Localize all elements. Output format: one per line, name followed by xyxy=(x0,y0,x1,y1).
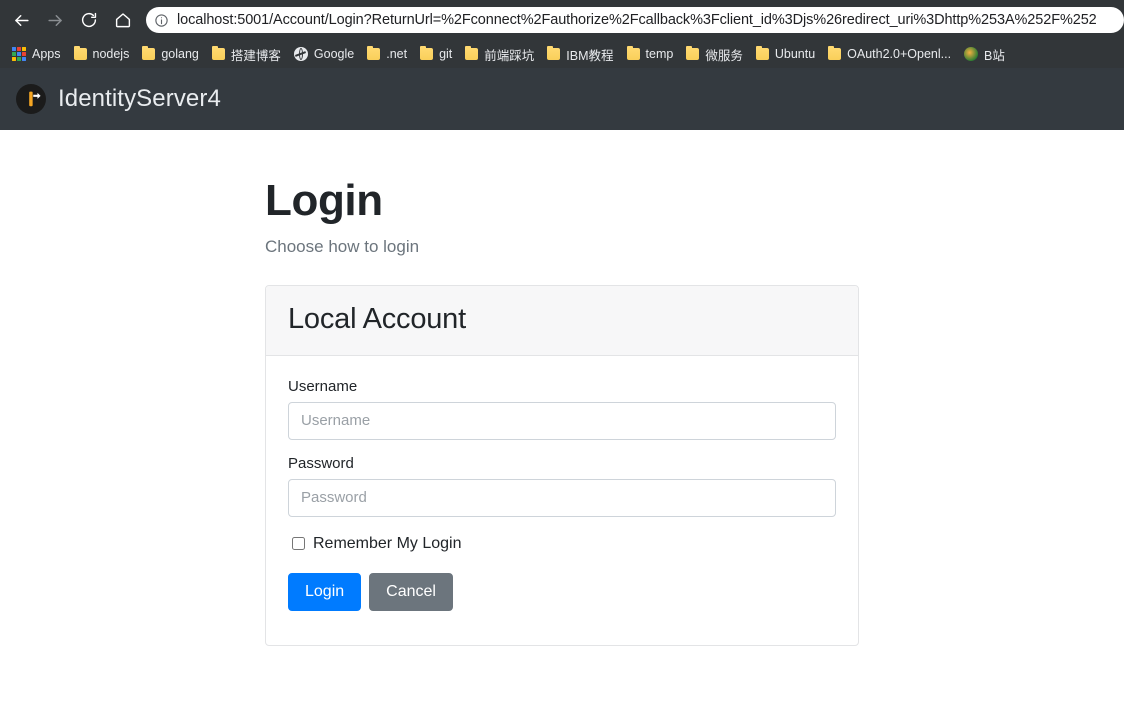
reload-icon[interactable] xyxy=(74,5,104,35)
folder-icon xyxy=(828,46,842,60)
folder-icon xyxy=(142,46,156,60)
bookmark-ibm[interactable]: IBM教程 xyxy=(543,43,620,65)
bookmark-label: Ubuntu xyxy=(774,47,816,61)
bookmark-label: .net xyxy=(386,47,408,61)
bookmark-apps[interactable]: Apps xyxy=(8,43,68,65)
bookmark-label: temp xyxy=(645,47,674,61)
folder-icon xyxy=(686,46,700,60)
brand-name: IdentityServer4 xyxy=(58,85,221,112)
password-group: Password xyxy=(288,455,836,517)
bookmark-git[interactable]: git xyxy=(416,43,459,65)
bookmark-label: B站 xyxy=(984,48,1005,63)
bookmark-nodejs[interactable]: nodejs xyxy=(70,43,137,65)
folder-icon xyxy=(420,46,434,60)
bookmark-label: IBM教程 xyxy=(566,48,614,63)
folder-icon xyxy=(211,46,225,60)
page-subtitle: Choose how to login xyxy=(265,236,420,256)
page-title: Login xyxy=(265,176,383,225)
bookmark-blog[interactable]: 搭建博客 xyxy=(208,43,288,65)
page-content: IdentityServer4 Login Choose how to logi… xyxy=(0,68,1124,724)
bookmark-frontend[interactable]: 前端踩坑 xyxy=(461,43,541,65)
cancel-button[interactable]: Cancel xyxy=(369,572,453,611)
bookmark-label: 前端踩坑 xyxy=(484,48,535,63)
apps-grid-icon xyxy=(12,47,26,61)
page-container: Login Choose how to login Local Account … xyxy=(0,130,1124,646)
folder-icon xyxy=(547,46,561,60)
bookmark-ubuntu[interactable]: Ubuntu xyxy=(752,43,822,65)
forward-arrow-icon[interactable] xyxy=(40,5,70,35)
bookmarks-bar: Apps nodejs golang 搭建博客 Google .net git xyxy=(0,40,1124,68)
remember-me-row: Remember My Login xyxy=(288,535,836,553)
bookmark-oauth[interactable]: OAuth2.0+Openl... xyxy=(824,43,958,65)
browser-toolbar: localhost:5001/Account/Login?ReturnUrl=%… xyxy=(0,0,1124,40)
bookmark-dotnet[interactable]: .net xyxy=(363,43,414,65)
username-group: Username xyxy=(288,378,836,440)
login-button[interactable]: Login xyxy=(288,572,362,611)
back-arrow-icon[interactable] xyxy=(6,5,36,35)
username-label: Username xyxy=(288,377,358,395)
info-circle-icon[interactable] xyxy=(154,13,169,28)
remember-me-label: Remember My Login xyxy=(313,534,462,552)
bookmark-label: Google xyxy=(313,47,355,61)
bookmark-label: 微服务 xyxy=(705,48,743,63)
password-input[interactable] xyxy=(288,478,836,517)
bookmark-label: nodejs xyxy=(92,47,130,61)
bookmark-golang[interactable]: golang xyxy=(138,43,206,65)
folder-icon xyxy=(367,46,381,60)
brand-link[interactable]: IdentityServer4 xyxy=(16,84,221,114)
form-actions: Login Cancel xyxy=(288,572,836,611)
login-header: Login Choose how to login xyxy=(265,130,859,257)
bookmark-google[interactable]: Google xyxy=(290,43,361,65)
bilibili-icon xyxy=(964,47,979,61)
folder-icon xyxy=(626,46,640,60)
login-wrapper: Login Choose how to login Local Account … xyxy=(265,130,859,646)
folder-icon xyxy=(755,46,769,60)
username-input[interactable] xyxy=(288,401,836,440)
bookmark-temp[interactable]: temp xyxy=(623,43,681,65)
folder-icon xyxy=(465,46,479,60)
bookmark-microservice[interactable]: 微服务 xyxy=(682,43,750,65)
identityserver-logo-icon xyxy=(16,84,46,114)
address-bar-url: localhost:5001/Account/Login?ReturnUrl=%… xyxy=(177,12,1097,28)
card-header: Local Account xyxy=(266,285,858,356)
login-form: Username Password Remember My Login xyxy=(288,378,836,611)
home-icon[interactable] xyxy=(108,5,138,35)
globe-icon xyxy=(293,47,308,61)
card-title: Local Account xyxy=(288,302,466,335)
local-account-card: Local Account Username Password xyxy=(265,284,859,646)
bookmark-label: golang xyxy=(161,47,199,61)
bookmark-label: OAuth2.0+Openl... xyxy=(847,47,952,61)
bookmark-label: Apps xyxy=(32,47,61,61)
address-bar[interactable]: localhost:5001/Account/Login?ReturnUrl=%… xyxy=(146,7,1124,33)
browser-chrome: localhost:5001/Account/Login?ReturnUrl=%… xyxy=(0,0,1124,68)
remember-me-checkbox[interactable] xyxy=(292,537,305,551)
folder-icon xyxy=(73,46,87,60)
bookmark-label: git xyxy=(439,47,453,61)
bookmark-bilibili[interactable]: B站 xyxy=(960,43,1012,65)
bookmark-label: 搭建博客 xyxy=(230,48,281,63)
card-body: Username Password Remember My Login xyxy=(266,356,858,645)
site-navbar: IdentityServer4 xyxy=(0,68,1124,130)
password-label: Password xyxy=(288,454,354,472)
